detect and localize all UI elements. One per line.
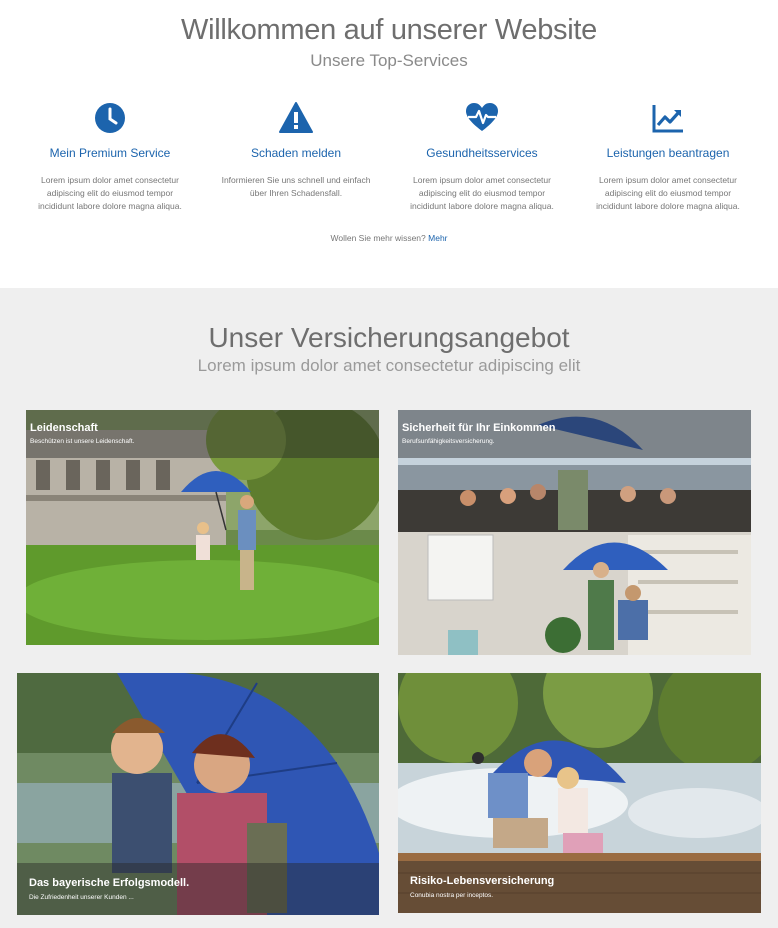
service-claims: Leistungen beantragen Lorem ipsum dolor … — [573, 100, 763, 213]
premium-service-link[interactable]: Mein Premium Service — [15, 146, 205, 160]
card-caption: Risiko-Lebensversicherung Conubia nostra… — [398, 861, 761, 913]
offers-title: Unser Versicherungsangebot — [208, 322, 570, 353]
service-health: Gesundheitsservices Lorem ipsum dolor am… — [387, 100, 577, 213]
offers-subtitle: Lorem ipsum dolor amet consectetur adipi… — [197, 356, 581, 375]
card-caption: Leidenschaft Beschützen ist unsere Leide… — [26, 410, 379, 458]
service-premium: Mein Premium Service Lorem ipsum dolor a… — [15, 100, 205, 213]
page-subtitle: Unsere Top-Services — [310, 51, 468, 70]
more-link[interactable]: Mehr — [428, 233, 447, 243]
offer-card-success-model[interactable]: Das bayerische Erfolgsmodell. Die Zufrie… — [17, 673, 379, 915]
more-info-text: Wollen Sie mehr wissen? — [330, 233, 426, 243]
service-description: Lorem ipsum dolor amet consectetur adipi… — [410, 175, 554, 211]
offer-card-life-insurance[interactable]: Risiko-Lebensversicherung Conubia nostra… — [398, 673, 761, 913]
page-title: Willkommen auf unserer Website — [181, 14, 597, 46]
more-info: Wollen Sie mehr wissen? Mehr — [0, 233, 778, 243]
card-subtitle: Die Zufriedenheit unserer Kunden ... — [29, 894, 134, 901]
service-description: Informieren Sie uns schnell und einfach … — [221, 175, 371, 198]
heart-pulse-icon[interactable] — [464, 100, 500, 136]
card-title: Das bayerische Erfolgsmodell. — [29, 877, 190, 889]
offer-card-income[interactable]: Sicherheit für Ihr Einkommen Berufsunfäh… — [398, 410, 751, 655]
report-damage-link[interactable]: Schaden melden — [201, 146, 391, 160]
card-title: Leidenschaft — [30, 422, 98, 434]
offer-card-passion[interactable]: Leidenschaft Beschützen ist unsere Leide… — [26, 410, 379, 645]
card-title: Risiko-Lebensversicherung — [410, 875, 555, 887]
clock-icon[interactable] — [92, 100, 128, 136]
card-title: Sicherheit für Ihr Einkommen — [402, 422, 556, 434]
card-subtitle: Conubia nostra per inceptos. — [410, 892, 494, 899]
card-subtitle: Berufsunfähigkeitsversicherung. — [402, 438, 495, 445]
card-caption: Sicherheit für Ihr Einkommen Berufsunfäh… — [398, 410, 751, 458]
chart-trend-icon[interactable] — [650, 100, 686, 136]
service-damage: Schaden melden Informieren Sie uns schne… — [201, 100, 391, 200]
apply-benefits-link[interactable]: Leistungen beantragen — [573, 146, 763, 160]
service-description: Lorem ipsum dolor amet consectetur adipi… — [38, 175, 182, 211]
health-services-link[interactable]: Gesundheitsservices — [387, 146, 577, 160]
service-description: Lorem ipsum dolor amet consectetur adipi… — [596, 175, 740, 211]
warning-icon[interactable] — [278, 100, 314, 136]
card-subtitle: Beschützen ist unsere Leidenschaft. — [30, 438, 135, 445]
card-caption: Das bayerische Erfolgsmodell. Die Zufrie… — [17, 863, 379, 915]
